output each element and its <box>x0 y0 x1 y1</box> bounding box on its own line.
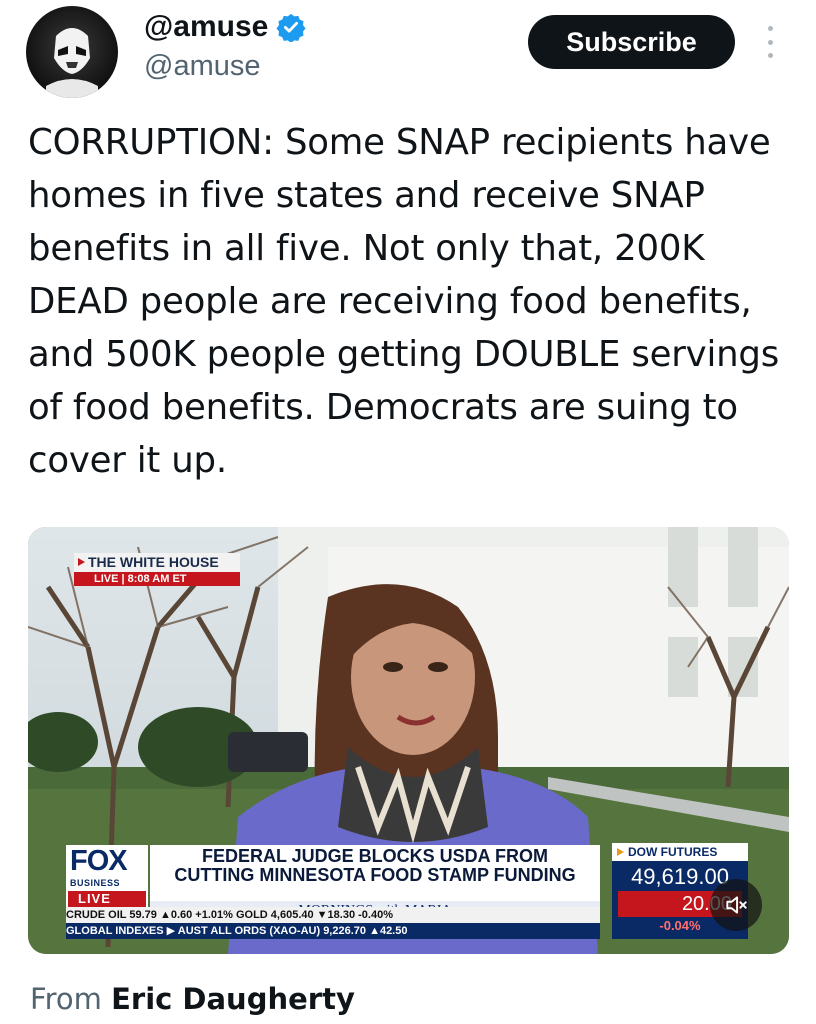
avatar[interactable] <box>26 6 118 98</box>
more-vertical-icon[interactable] <box>758 22 782 62</box>
mute-button[interactable] <box>710 879 762 931</box>
more-dot <box>767 39 773 45</box>
location-label: THE WHITE HOUSE <box>74 553 240 572</box>
news-headline: FEDERAL JUDGE BLOCKS USDA FROM CUTTING M… <box>150 845 600 903</box>
source-name[interactable]: Eric Daugherty <box>111 982 355 1016</box>
commodities-ticker: CRUDE OIL 59.79 ▲0.60 +1.01% GOLD 4,605.… <box>66 907 600 923</box>
more-dot <box>767 26 773 31</box>
headline-line-2: CUTTING MINNESOTA FOOD STAMP FUNDING <box>174 865 576 885</box>
stormtrooper-avatar-icon <box>46 28 98 98</box>
headline-line-1: FEDERAL JUDGE BLOCKS USDA FROM <box>201 846 549 866</box>
network-subtitle: BUSINESS <box>70 878 121 888</box>
network-name: FOX <box>70 845 128 877</box>
source-prefix: From <box>30 982 102 1016</box>
dow-label: DOW FUTURES <box>612 843 748 861</box>
display-name-text[interactable]: @amuse <box>144 8 268 46</box>
live-location-tag: THE WHITE HOUSE LIVE | 8:08 AM ET <box>74 553 240 586</box>
subscribe-button[interactable]: Subscribe <box>528 15 735 69</box>
more-dot <box>767 53 773 58</box>
live-time-label: LIVE | 8:08 AM ET <box>74 572 240 586</box>
indexes-ticker: GLOBAL INDEXES ▶ AUST ALL ORDS (XAO-AU) … <box>66 923 600 939</box>
live-badge: LIVE <box>68 891 146 907</box>
post-header: @amuse @amuse Subscribe <box>0 0 816 110</box>
speaker-muted-icon <box>726 896 747 914</box>
verified-badge-icon <box>276 13 306 42</box>
author-handle[interactable]: @amuse <box>144 46 306 86</box>
source-attribution: From Eric Daugherty <box>30 978 355 1020</box>
author-names: @amuse @amuse <box>144 8 306 86</box>
news-lower-third: FOX BUSINESS LIVE FEDERAL JUDGE BLOCKS U… <box>66 843 750 943</box>
display-name[interactable]: @amuse <box>144 8 306 46</box>
video-player[interactable]: THE WHITE HOUSE LIVE | 8:08 AM ET FOX BU… <box>28 527 789 954</box>
post-text: CORRUPTION: Some SNAP recipients have ho… <box>28 122 780 481</box>
